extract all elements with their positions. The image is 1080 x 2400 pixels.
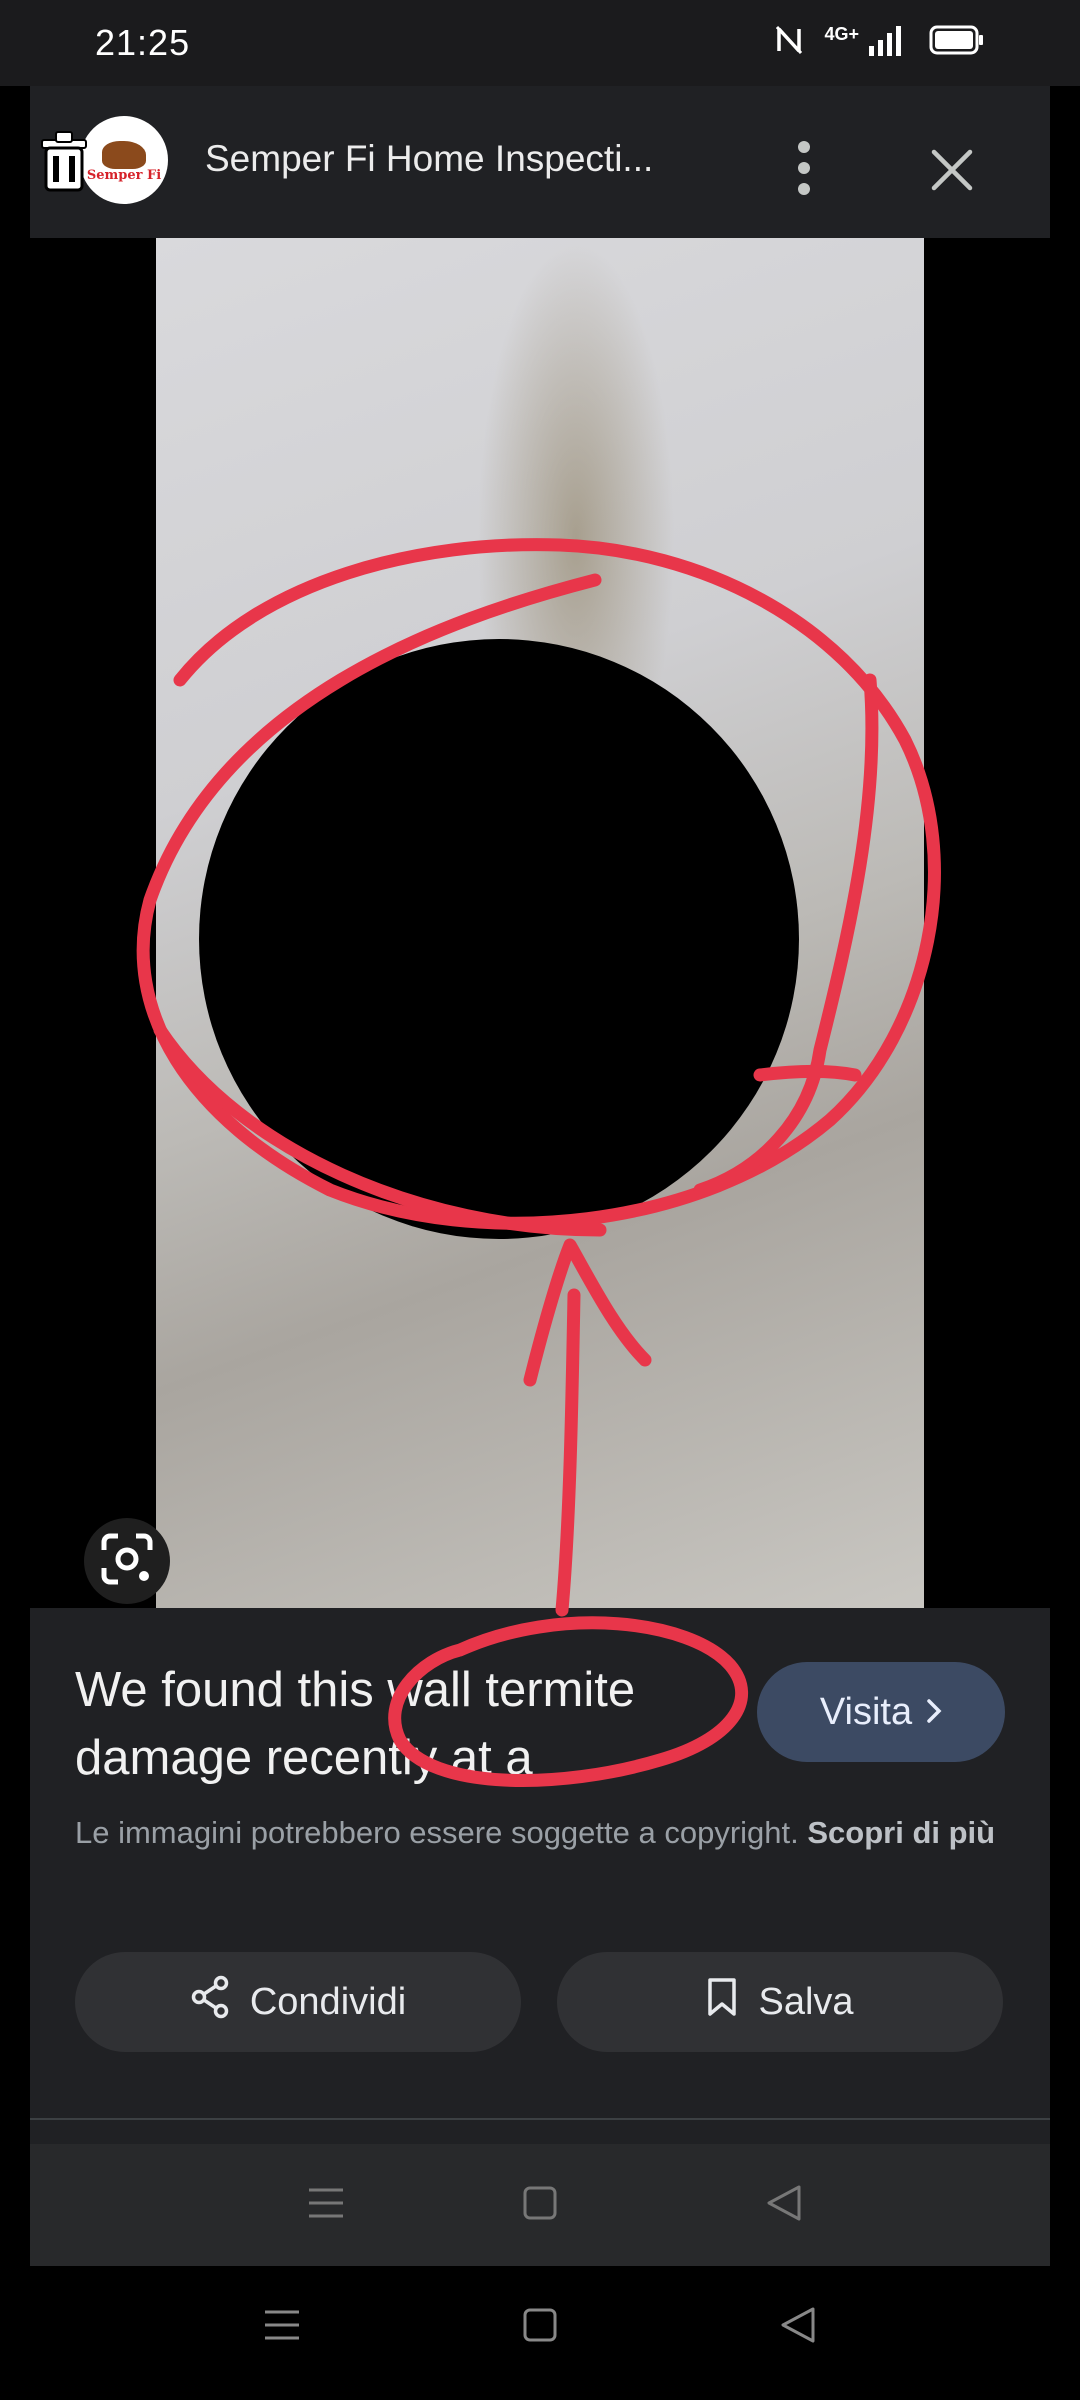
lens-search-button[interactable]	[84, 1518, 170, 1604]
bookmark-icon	[706, 1977, 738, 2027]
status-icons: 4G+	[776, 24, 985, 61]
visit-label: Visita	[819, 1690, 913, 1733]
system-nav-bar	[0, 2266, 1080, 2400]
network-type-label: 4G+	[824, 24, 859, 44]
share-label: Condividi	[249, 1980, 407, 2023]
signal-icon	[867, 24, 907, 61]
trash-icon[interactable]	[36, 128, 92, 199]
inner-nav-bar	[30, 2144, 1050, 2266]
image-detail-panel: Semper Fi Semper Fi Home Inspecti... We …	[30, 86, 1050, 2266]
close-icon[interactable]	[930, 148, 974, 197]
home-icon	[523, 2186, 557, 2225]
logo-mascot	[102, 141, 146, 169]
copyright-notice: Le immagini potrebbero essere soggette a…	[75, 1810, 1005, 1856]
back-icon	[766, 2184, 802, 2227]
save-label: Salva	[758, 1980, 854, 2023]
lens-search-icon	[100, 1532, 154, 1591]
image-headline[interactable]: We found this wall termite damage recent…	[75, 1656, 725, 1792]
share-button[interactable]: Condividi	[75, 1952, 521, 2052]
more-vert-icon[interactable]	[794, 140, 814, 196]
header: Semper Fi Semper Fi Home Inspecti...	[30, 86, 1050, 238]
status-bar: 21:25 4G+	[0, 0, 1080, 86]
chevron-right-icon	[926, 1691, 942, 1734]
menu-icon	[307, 2186, 345, 2225]
save-button[interactable]: Salva	[557, 1952, 1003, 2052]
inner-menu-button[interactable]	[266, 2144, 386, 2266]
image-viewer[interactable]	[30, 238, 1050, 1608]
nfc-icon	[776, 25, 803, 60]
battery-icon	[929, 25, 985, 60]
inner-back-button[interactable]	[724, 2144, 844, 2266]
termite-damage-photo[interactable]	[156, 238, 924, 1608]
site-logo[interactable]: Semper Fi	[80, 116, 168, 204]
learn-more-link[interactable]: Scopri di più	[807, 1815, 995, 1850]
logo-text: Semper Fi	[86, 168, 162, 183]
status-time: 21:25	[95, 22, 191, 63]
system-menu-button[interactable]	[222, 2266, 342, 2388]
back-icon	[780, 2306, 816, 2349]
inner-home-button[interactable]	[480, 2144, 600, 2266]
page-title[interactable]: Semper Fi Home Inspecti...	[205, 138, 725, 180]
menu-icon	[263, 2308, 301, 2347]
system-home-button[interactable]	[480, 2266, 600, 2388]
system-back-button[interactable]	[738, 2266, 858, 2388]
divider	[30, 2118, 1050, 2120]
home-icon	[523, 2308, 557, 2347]
copyright-text: Le immagini potrebbero essere soggette a…	[75, 1815, 799, 1850]
share-icon	[190, 1975, 230, 2029]
visit-button[interactable]: Visita	[757, 1662, 1005, 1762]
